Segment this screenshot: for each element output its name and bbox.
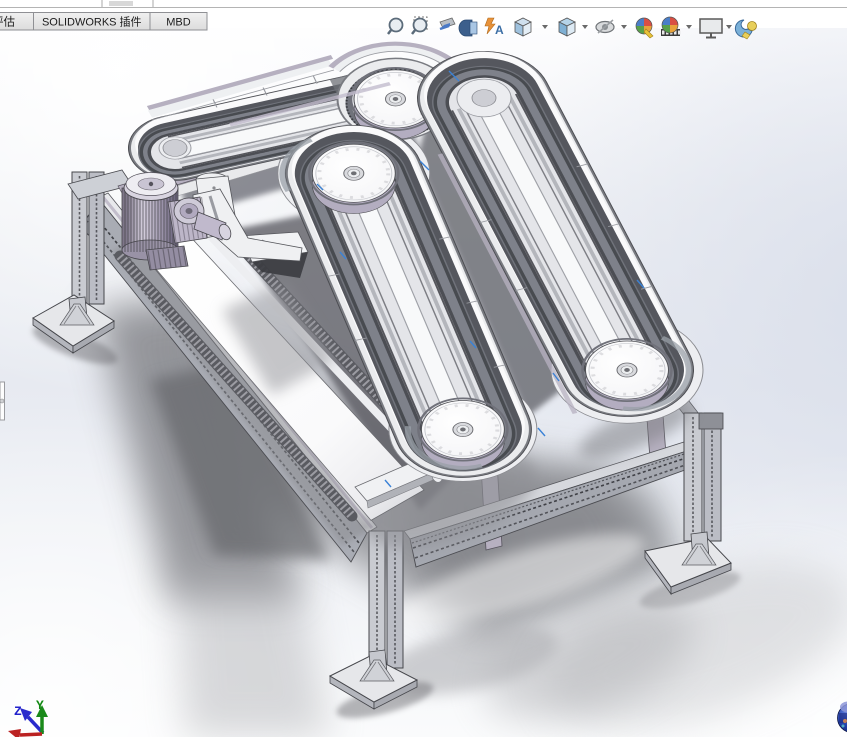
- svg-text:SOLIDWORKS 插件: SOLIDWORKS 插件: [42, 15, 142, 29]
- svg-text:评估: 评估: [0, 16, 15, 29]
- svg-text:A: A: [495, 23, 504, 37]
- svg-text:Z: Z: [14, 704, 22, 719]
- svg-text:MBD: MBD: [166, 17, 191, 29]
